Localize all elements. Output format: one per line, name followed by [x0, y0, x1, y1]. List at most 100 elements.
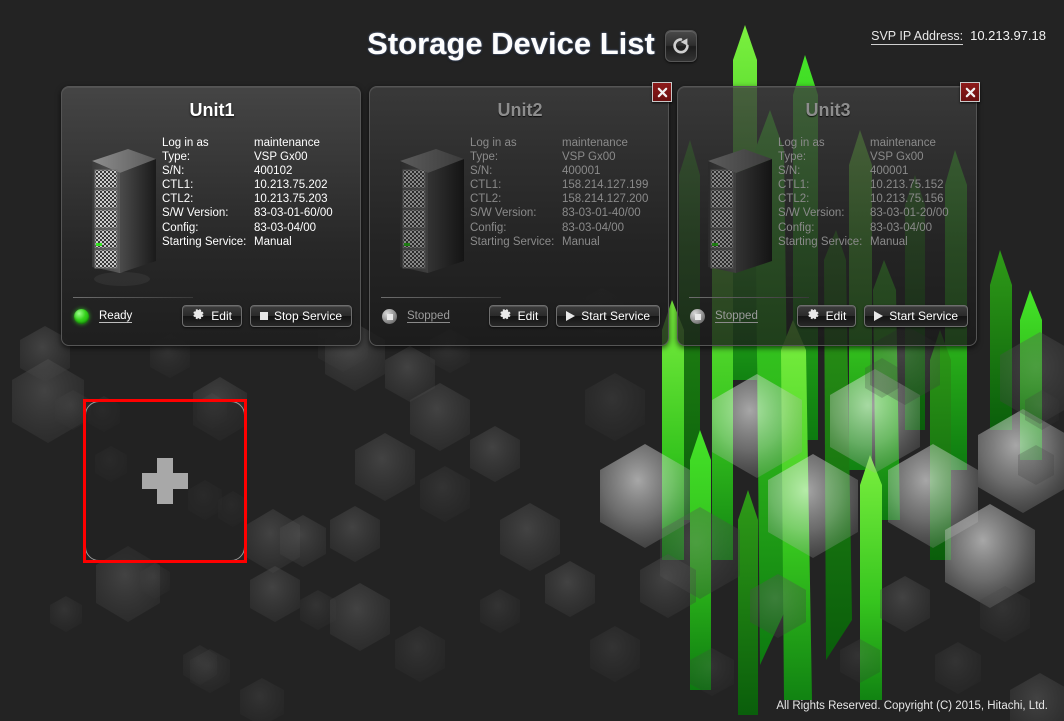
storage-device-icon	[88, 143, 160, 293]
play-triangle-icon	[566, 311, 576, 321]
info-row: Starting Service: Manual	[162, 235, 333, 249]
divider	[73, 297, 193, 298]
info-label: S/W Version:	[778, 207, 845, 220]
info-row: Config: 83-03-04/00	[470, 221, 648, 235]
info-value: VSP Gx00	[562, 151, 616, 164]
info-label: CTL1:	[778, 179, 810, 192]
unit-panel-1[interactable]: Unit1 Log in as maintenance Type: VSP Gx…	[61, 86, 361, 346]
svp-ip-value: 10.213.97.18	[970, 28, 1046, 43]
info-value: maintenance	[254, 137, 320, 149]
gear-icon	[192, 308, 205, 324]
page-title: Storage Device List	[367, 26, 655, 61]
storage-device-list-app: Storage Device List SVP IP Address: 10.2…	[0, 0, 1064, 721]
info-value: Manual	[870, 235, 908, 248]
info-label: S/N:	[162, 165, 185, 178]
info-label: Config:	[470, 221, 507, 234]
info-label: S/N:	[778, 165, 801, 178]
info-row: CTL1: 158.214.127.199	[470, 178, 648, 192]
unit-status: Ready	[74, 309, 133, 324]
info-label: Log in as	[778, 137, 825, 149]
unit-info-table: Log in as maintenance Type: VSP Gx00 S/N: 4…	[470, 136, 648, 249]
play-triangle-icon	[874, 311, 884, 321]
edit-button-label: Edit	[517, 309, 539, 323]
info-value: Manual	[562, 235, 600, 248]
info-label: Log in as	[162, 137, 209, 149]
info-value: VSP Gx00	[870, 151, 924, 164]
info-label: CTL1:	[470, 179, 502, 192]
close-icon[interactable]	[652, 82, 672, 102]
info-value: 10.213.75.156	[870, 193, 944, 206]
unit-status: Stopped	[690, 309, 758, 324]
info-value: 83-03-04/00	[870, 221, 933, 234]
close-icon[interactable]	[960, 82, 980, 102]
info-label: CTL2:	[162, 193, 194, 206]
status-label[interactable]: Stopped	[715, 310, 758, 323]
info-row: Log in as maintenance	[778, 136, 949, 150]
info-label: S/N:	[470, 165, 493, 178]
service-button-label: Start Service	[581, 309, 650, 323]
edit-button[interactable]: Edit	[182, 305, 242, 327]
add-unit-tile[interactable]	[85, 401, 245, 561]
info-row: S/W Version: 83-03-01-60/00	[162, 206, 333, 220]
info-label: CTL1:	[162, 179, 194, 192]
status-led-ready-icon	[74, 309, 89, 324]
unit-status: Stopped	[382, 309, 450, 324]
edit-button[interactable]: Edit	[796, 305, 857, 327]
info-value: 83-03-04/00	[254, 221, 317, 234]
info-value: 83-03-04/00	[562, 221, 625, 234]
status-label[interactable]: Stopped	[407, 310, 450, 323]
info-row: Config: 83-03-04/00	[778, 221, 949, 235]
info-label: Type:	[778, 151, 807, 164]
info-row: Config: 83-03-04/00	[162, 221, 333, 235]
info-row: CTL1: 10.213.75.152	[778, 178, 949, 192]
copyright-text: All Rights Reserved. Copyright (C) 2015,…	[776, 700, 1048, 712]
storage-device-icon	[704, 143, 776, 293]
unit-info-table: Log in as maintenance Type: VSP Gx00 S/N: 4…	[778, 136, 949, 249]
status-stopped-icon	[690, 309, 705, 324]
start-service-button[interactable]: Start Service	[864, 305, 968, 327]
stop-service-button[interactable]: Stop Service	[249, 305, 352, 327]
info-row: S/W Version: 83-03-01-20/00	[778, 206, 949, 220]
unit-panel-3[interactable]: Unit3 Log in as maintenance Type: VSP Gx…	[677, 82, 980, 346]
gear-icon	[807, 308, 820, 324]
info-label: Starting Service:	[162, 235, 247, 248]
info-row: Type: VSP Gx00	[778, 150, 949, 164]
info-label: Type:	[162, 151, 191, 164]
info-row: CTL2: 10.213.75.156	[778, 192, 949, 206]
gear-icon	[499, 308, 512, 324]
plus-icon	[142, 458, 188, 504]
info-row: Type: VSP Gx00	[162, 150, 333, 164]
unit-title: Unit2	[497, 100, 543, 120]
info-value: 400001	[870, 165, 909, 178]
unit-action-buttons: Edit Stop Service	[182, 305, 352, 327]
info-value: VSP Gx00	[254, 151, 308, 164]
info-value: maintenance	[870, 137, 936, 149]
status-stopped-icon	[382, 309, 397, 324]
unit-action-buttons: Edit Start Service	[488, 305, 660, 327]
info-value: 158.214.127.200	[562, 193, 649, 206]
info-label: Config:	[162, 221, 199, 234]
unit-title: Unit3	[805, 100, 851, 120]
info-value: Manual	[254, 235, 292, 248]
refresh-icon[interactable]	[664, 30, 697, 62]
stop-square-icon	[259, 312, 268, 320]
info-row: Log in as maintenance	[470, 136, 648, 150]
info-label: Starting Service:	[778, 235, 863, 248]
info-label: S/W Version:	[470, 207, 537, 220]
unit-panel-2[interactable]: Unit2 Log in as maintenance Type: VSP Gx…	[369, 82, 672, 346]
info-row: Type: VSP Gx00	[470, 150, 648, 164]
unit-title: Unit1	[189, 100, 235, 120]
start-service-button[interactable]: Start Service	[556, 305, 660, 327]
service-button-label: Start Service	[889, 309, 958, 323]
info-row: Log in as maintenance	[162, 136, 333, 150]
info-label: Type:	[470, 151, 499, 164]
edit-button-label: Edit	[211, 309, 232, 323]
svp-ip-label: SVP IP Address:	[871, 29, 964, 45]
svp-ip-address: SVP IP Address: 10.213.97.18	[871, 28, 1046, 45]
divider	[689, 297, 809, 298]
info-label: CTL2:	[470, 193, 502, 206]
status-label[interactable]: Ready	[99, 310, 133, 323]
divider	[381, 297, 501, 298]
unit-info-table: Log in as maintenance Type: VSP Gx00 S/N: 4…	[162, 136, 333, 249]
edit-button[interactable]: Edit	[488, 305, 549, 327]
